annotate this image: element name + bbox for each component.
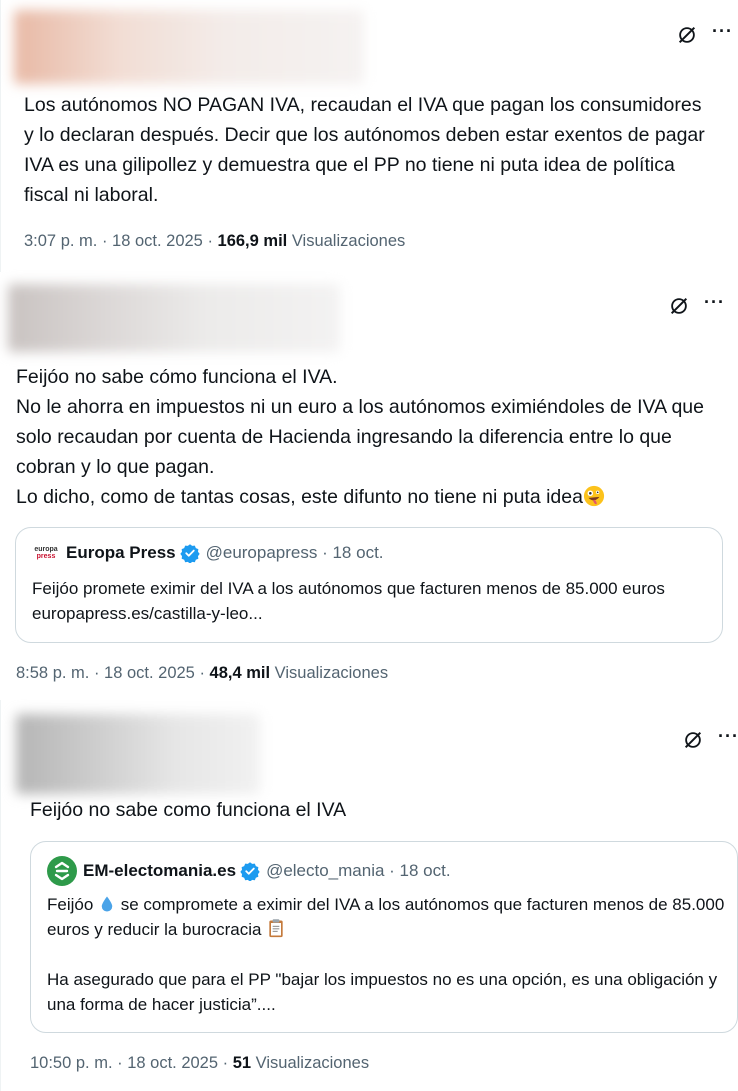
tweet-1-actions: ··· [676,22,733,46]
quoted-tweet-text: Feijóo promete eximir del IVA a los autó… [32,579,665,623]
grok-icon[interactable] [676,24,698,46]
blurred-author-header [8,284,340,352]
tweet-2-meta: 8:58 p. m. · 18 oct. 2025 · 48,4 mil Vis… [16,664,388,683]
quoted-text-part-1: Feijóo [47,895,99,914]
tweet-2-text: Feijóo no sabe cómo funciona el IVA. No … [16,362,716,512]
tweet-1-time[interactable]: 3:07 p. m. · 18 oct. 2025 · [24,232,218,250]
tweet-2-time[interactable]: 8:58 p. m. · 18 oct. 2025 · [16,664,210,682]
more-icon[interactable]: ··· [718,727,738,749]
quoted-text-part-3: Ha asegurado que para el PP "bajar los i… [47,970,718,1014]
quoted-author-handle: @electo_mania · 18 oct. [266,861,451,880]
quoted-text-part-2: se compromete a eximir del IVA a los aut… [47,895,725,939]
quoted-tweet-europapress[interactable]: europa press Europa Press @europapress · … [15,527,723,643]
clipboard-emoji [269,919,283,938]
blurred-author-header [16,714,260,794]
zany-face-emoji [583,485,605,507]
quoted-author-name[interactable]: Europa Press [66,543,176,563]
more-icon[interactable]: ··· [712,22,733,44]
droplet-emoji [101,896,113,912]
tweet-3-actions: ··· [682,727,738,751]
europa-press-logo: europa press [34,546,58,560]
tweet-3-views-label: Visualizaciones [251,1054,370,1072]
tweet-2-actions: ··· [668,293,725,317]
more-icon[interactable]: ··· [704,293,725,315]
tweet-3-time[interactable]: 10:50 p. m. · 18 oct. 2025 · [30,1054,233,1072]
blurred-author-header [14,10,364,84]
tweet-1-text: Los autónomos NO PAGAN IVA, recaudan el … [24,94,705,206]
tweet-2-views-count[interactable]: 48,4 mil [210,664,271,682]
verified-badge-icon [176,543,200,563]
quoted-author-name[interactable]: EM-electomania.es [83,861,236,881]
quoted-tweet-electomania[interactable]: EM-electomania.es @electo_mania · 18 oct… [30,841,738,1033]
tweet-3-views-count[interactable]: 51 [233,1054,251,1072]
tweet-1-meta: 3:07 p. m. · 18 oct. 2025 · 166,9 mil Vi… [24,232,405,251]
verified-badge-icon [236,861,260,881]
quoted-tweet-header: EM-electomania.es @electo_mania · 18 oct… [47,856,451,886]
tweet-1-views-label: Visualizaciones [287,232,406,250]
quoted-author-handle: @europapress · 18 oct. [205,543,384,562]
tweet-3-meta: 10:50 p. m. · 18 oct. 2025 · 51 Visualiz… [30,1054,369,1073]
grok-icon[interactable] [682,729,704,751]
tweet-2-views-label: Visualizaciones [270,664,389,682]
quoted-tweet-text: Feijóo se compromete a eximir del IVA a … [47,892,727,1017]
grok-icon[interactable] [668,295,690,317]
quoted-tweet-header: europa press Europa Press @europapress · … [32,542,384,564]
tweet-3-text: Feijóo no sabe como funciona el IVA [30,799,347,821]
tweet-1-views-count[interactable]: 166,9 mil [218,232,288,250]
electomania-logo [47,856,77,886]
